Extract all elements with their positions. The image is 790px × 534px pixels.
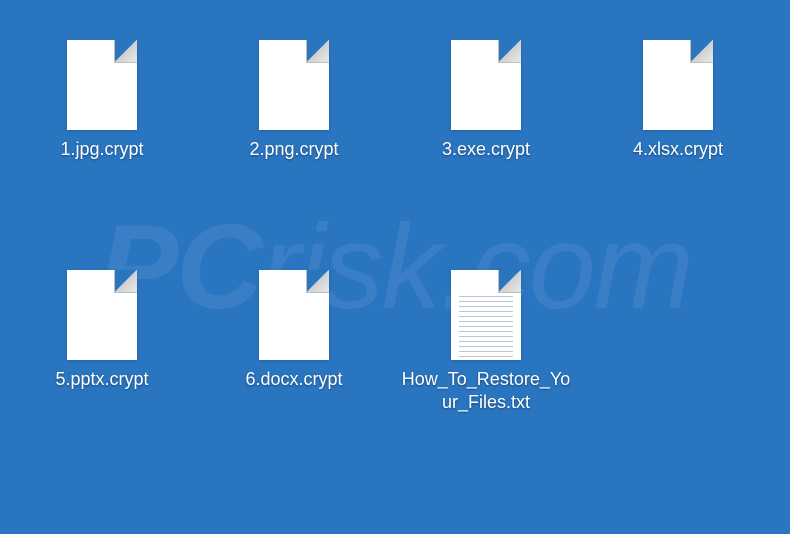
file-item[interactable]: 1.jpg.crypt [12,30,192,260]
file-label: 1.jpg.crypt [58,138,145,161]
file-label: 3.exe.crypt [440,138,532,161]
file-label: 4.xlsx.crypt [631,138,725,161]
file-icon [67,40,137,130]
file-label: 5.pptx.crypt [53,368,150,391]
file-label: How_To_Restore_Your_Files.txt [399,368,574,415]
file-item[interactable]: 2.png.crypt [204,30,384,260]
file-label: 6.docx.crypt [243,368,344,391]
file-icon [67,270,137,360]
file-icon [643,40,713,130]
file-icon [259,40,329,130]
file-item[interactable]: 5.pptx.crypt [12,260,192,490]
file-label: 2.png.crypt [247,138,340,161]
file-item[interactable]: 6.docx.crypt [204,260,384,490]
file-item[interactable]: How_To_Restore_Your_Files.txt [396,260,576,490]
file-item[interactable]: 4.xlsx.crypt [588,30,768,260]
file-icon [259,270,329,360]
file-icon [451,40,521,130]
desktop-grid: 1.jpg.crypt 2.png.crypt 3.exe.crypt 4.xl… [0,0,790,490]
file-item[interactable]: 3.exe.crypt [396,30,576,260]
text-file-icon [451,270,521,360]
